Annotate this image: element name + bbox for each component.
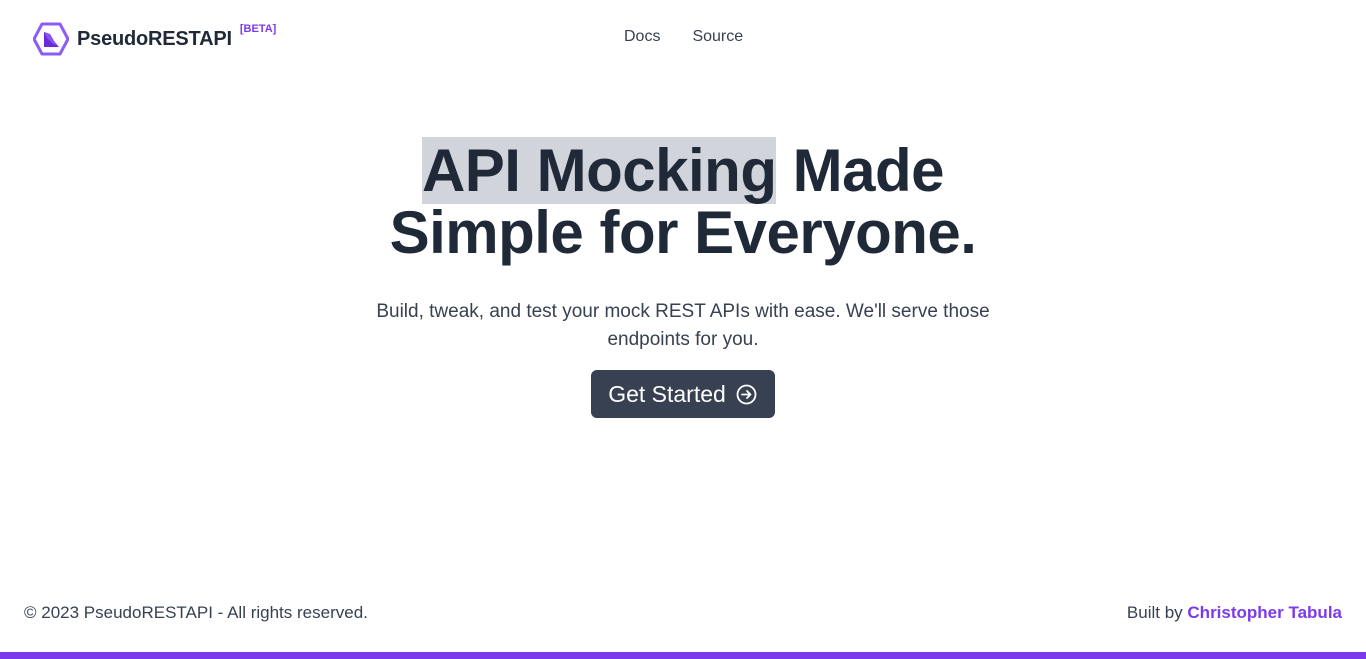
author-credit: Built by Christopher Tabula bbox=[1127, 603, 1342, 623]
hero-section: API Mocking Made Simple for Everyone. Bu… bbox=[0, 137, 1366, 418]
get-started-label: Get Started bbox=[608, 380, 726, 407]
brand-home-link[interactable]: PseudoRESTAPI [BETA] bbox=[32, 22, 277, 56]
main-nav: Docs Source bbox=[624, 28, 743, 46]
hero-subtitle-line-2: endpoints for you. bbox=[607, 329, 759, 350]
site-header: PseudoRESTAPI [BETA] Docs Source bbox=[0, 0, 1366, 78]
credit-prefix: Built by bbox=[1126, 603, 1188, 622]
arrow-right-circle-icon bbox=[736, 384, 757, 405]
nav-link-source[interactable]: Source bbox=[692, 28, 743, 46]
hero-title: API Mocking Made Simple for Everyone. bbox=[0, 137, 1366, 266]
hero-subtitle-line-1: Build, tweak, and test your mock REST AP… bbox=[376, 301, 990, 322]
hero-subtitle: Build, tweak, and test your mock REST AP… bbox=[353, 298, 1013, 354]
nav-link-docs[interactable]: Docs bbox=[624, 28, 660, 46]
brand-name: PseudoRESTAPI bbox=[77, 27, 232, 50]
landing-page: PseudoRESTAPI [BETA] Docs Source API Moc… bbox=[0, 0, 1366, 659]
hexagon-logo-icon bbox=[32, 22, 70, 56]
accent-bottom-bar bbox=[0, 652, 1366, 659]
author-link[interactable]: Christopher Tabula bbox=[1187, 603, 1342, 622]
selected-text-highlight: API Mocking bbox=[421, 137, 777, 204]
hero-title-line-1: API Mocking Made bbox=[0, 137, 1366, 204]
hero-title-line-1-rest: Made bbox=[776, 137, 945, 204]
get-started-button[interactable]: Get Started bbox=[591, 370, 775, 418]
beta-badge: [BETA] bbox=[239, 23, 277, 35]
hero-title-line-2: Simple for Everyone. bbox=[389, 199, 977, 266]
site-footer: © 2023 PseudoRESTAPI - All rights reserv… bbox=[0, 600, 1366, 628]
copyright-text: © 2023 PseudoRESTAPI - All rights reserv… bbox=[24, 603, 368, 622]
